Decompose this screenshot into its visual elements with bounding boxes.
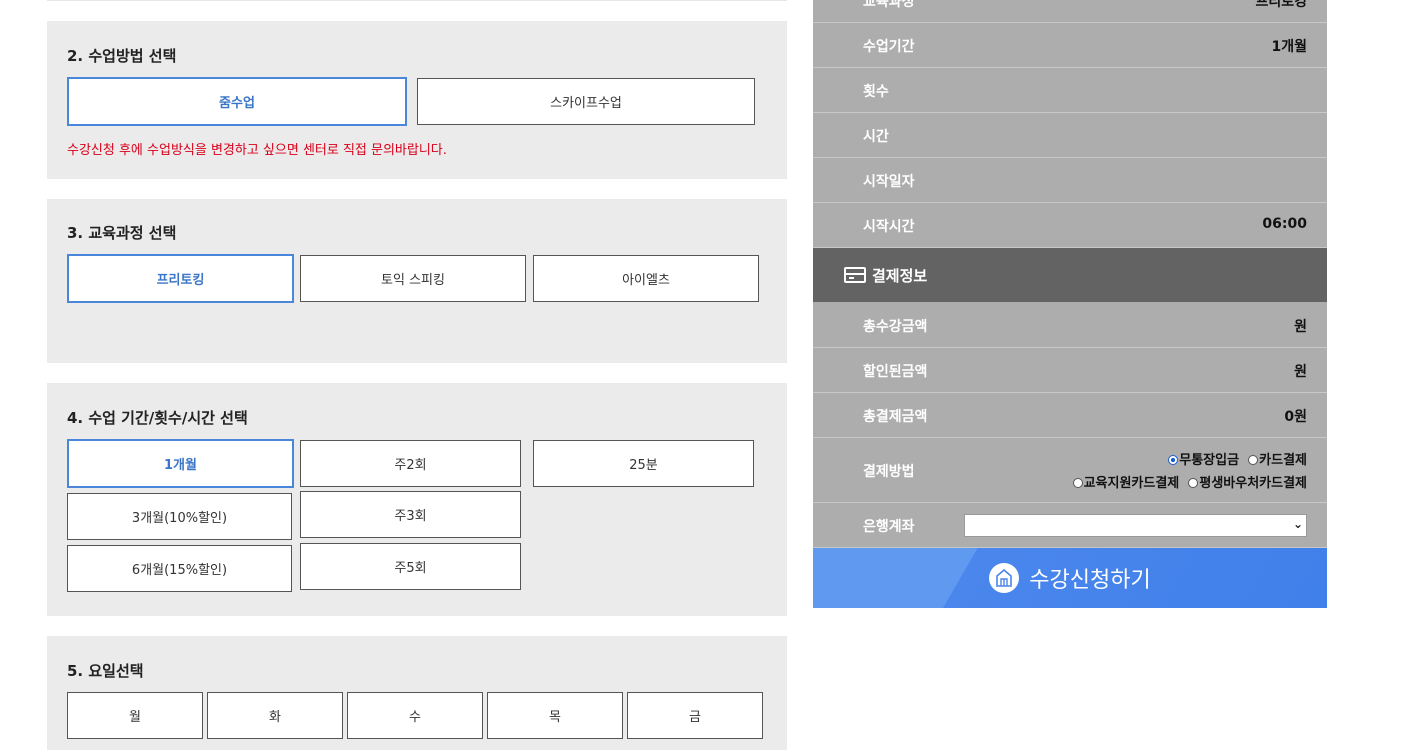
payment-header: 결제정보 xyxy=(813,248,1327,302)
row-label: 총수강금액 xyxy=(863,319,928,335)
option-day-fri[interactable]: 금 xyxy=(627,692,763,739)
radio-card[interactable]: 카드결제 xyxy=(1248,449,1307,468)
option-6-months[interactable]: 6개월(15%할인) xyxy=(67,545,292,592)
summary-row-course: 교육과정 프리토킹 xyxy=(813,0,1327,23)
radio-dot[interactable] xyxy=(1072,478,1083,488)
bank-account-select[interactable]: ⌄ xyxy=(964,514,1307,537)
payment-row-bank: 은행계좌 ⌄ xyxy=(813,503,1327,548)
section-period: 4. 수업 기간/횟수/시간 선택 1개월 3개월(10%할인) 6개월(15%… xyxy=(47,383,787,616)
top-divider xyxy=(47,0,787,1)
option-3-per-week[interactable]: 주3회 xyxy=(300,491,521,538)
option-skype[interactable]: 스카이프수업 xyxy=(417,78,755,125)
radio-voucher-card[interactable]: 평생바우처카드결제 xyxy=(1188,472,1307,491)
radio-edu-card[interactable]: 교육지원카드결제 xyxy=(1072,472,1179,491)
option-2-per-week[interactable]: 주2회 xyxy=(300,440,521,487)
row-value: 프리토킹 xyxy=(1255,0,1307,10)
row-value: 1개월 xyxy=(1271,39,1307,55)
option-free-talking[interactable]: 프리토킹 xyxy=(67,254,294,303)
option-day-thu[interactable]: 목 xyxy=(487,692,623,739)
section-title: 2. 수업방법 선택 xyxy=(67,47,177,65)
section-class-method: 2. 수업방법 선택 줌수업 스카이프수업 수강신청 후에 수업방식을 변경하고… xyxy=(47,21,787,179)
payment-row-final: 총결제금액 0원 xyxy=(813,393,1327,438)
summary-row-time: 시간 xyxy=(813,113,1327,158)
radio-bank-transfer[interactable]: 무통장입금 xyxy=(1168,449,1239,468)
row-value: 0원 xyxy=(1284,409,1307,425)
option-toeic-speaking[interactable]: 토익 스피킹 xyxy=(300,255,526,302)
school-icon xyxy=(989,563,1020,593)
row-value: 원 xyxy=(1294,319,1307,335)
option-25-minutes[interactable]: 25분 xyxy=(533,440,754,487)
row-label: 시작일자 xyxy=(863,174,915,190)
radio-dot[interactable] xyxy=(1168,455,1179,465)
option-3-months[interactable]: 3개월(10%할인) xyxy=(67,493,292,540)
section-days: 5. 요일선택 월 화 수 목 금 xyxy=(47,636,787,750)
row-label: 시작시간 xyxy=(863,219,915,235)
summary-row-period: 수업기간 1개월 xyxy=(813,23,1327,68)
payment-header-title: 결제정보 xyxy=(872,267,928,285)
row-label: 은행계좌 xyxy=(863,519,915,535)
option-zoom[interactable]: 줌수업 xyxy=(67,77,407,126)
row-label: 총결제금액 xyxy=(863,409,928,425)
option-day-wed[interactable]: 수 xyxy=(347,692,483,739)
submit-label: 수강신청하기 xyxy=(1029,568,1151,593)
row-label: 결제방법 xyxy=(863,464,915,480)
radio-dot[interactable] xyxy=(1188,478,1199,488)
option-5-per-week[interactable]: 주5회 xyxy=(300,543,521,590)
payment-row-method: 결제방법 무통장입금 카드결제 교육지원카드결제 평생바우처카드결제 xyxy=(813,438,1327,503)
payment-row-discount: 할인된금액 원 xyxy=(813,348,1327,393)
section-title: 5. 요일선택 xyxy=(67,662,144,680)
radio-dot[interactable] xyxy=(1248,455,1259,465)
section-title: 4. 수업 기간/횟수/시간 선택 xyxy=(67,409,248,427)
option-ielts[interactable]: 아이엘츠 xyxy=(533,255,759,302)
row-label: 할인된금액 xyxy=(863,364,928,380)
summary-row-count: 횟수 xyxy=(813,68,1327,113)
row-value: 06:00 xyxy=(1262,216,1307,232)
row-value: 원 xyxy=(1294,364,1307,380)
row-label: 시간 xyxy=(863,129,889,145)
summary-row-start-date: 시작일자 xyxy=(813,158,1327,203)
row-label: 수업기간 xyxy=(863,39,915,55)
summary-row-start-time: 시작시간 06:00 xyxy=(813,203,1327,248)
notice-text: 수강신청 후에 수업방식을 변경하고 싶으면 센터로 직접 문의바랍니다. xyxy=(67,143,447,158)
row-label: 교육과정 xyxy=(863,0,915,10)
section-course: 3. 교육과정 선택 프리토킹 토익 스피킹 아이엘츠 xyxy=(47,199,787,363)
section-title: 3. 교육과정 선택 xyxy=(67,224,177,242)
credit-card-icon xyxy=(844,267,866,283)
option-day-mon[interactable]: 월 xyxy=(67,692,203,739)
row-label: 횟수 xyxy=(863,84,889,100)
option-1-month[interactable]: 1개월 xyxy=(67,439,294,488)
payment-row-total: 총수강금액 원 xyxy=(813,302,1327,348)
option-day-tue[interactable]: 화 xyxy=(207,692,343,739)
chevron-down-icon: ⌄ xyxy=(1292,517,1303,531)
payment-method-options: 무통장입금 카드결제 교육지원카드결제 평생바우처카드결제 xyxy=(1072,448,1307,494)
submit-button[interactable]: 수강신청하기 xyxy=(813,548,1327,608)
